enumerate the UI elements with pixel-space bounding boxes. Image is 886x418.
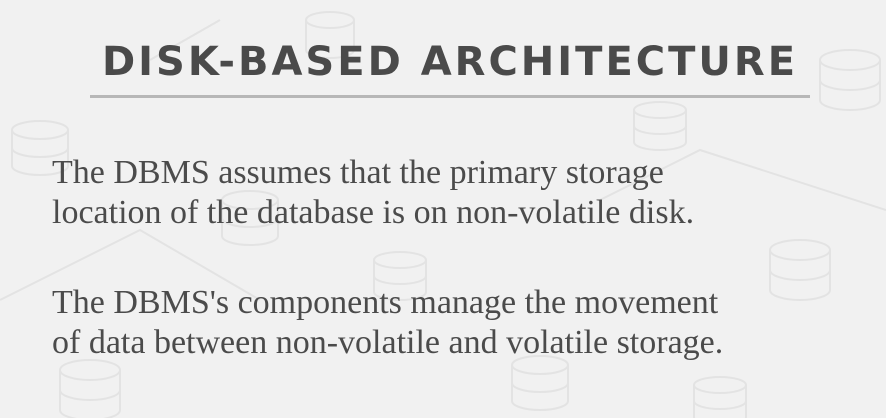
paragraph-line: The DBMS's components manage the movemen… [52,284,719,321]
database-cylinder-icon [59,359,121,418]
database-cylinder-icon [693,376,747,418]
database-cylinder-icon [633,101,687,151]
slide-title: DISK-BASED ARCHITECTURE [101,39,799,85]
paragraph-storage-location: The DBMS assumes that the primary storag… [52,153,852,233]
title-underline [90,95,810,98]
paragraph-data-movement: The DBMS's components manage the movemen… [52,283,852,363]
slide: DISK-BASED ARCHITECTURE The DBMS assumes… [0,0,886,418]
database-cylinder-icon [511,355,569,411]
paragraph-line: location of the database is on non-volat… [52,194,695,231]
paragraph-line: The DBMS assumes that the primary storag… [52,154,664,191]
paragraph-line: of data between non-volatile and volatil… [52,324,724,361]
